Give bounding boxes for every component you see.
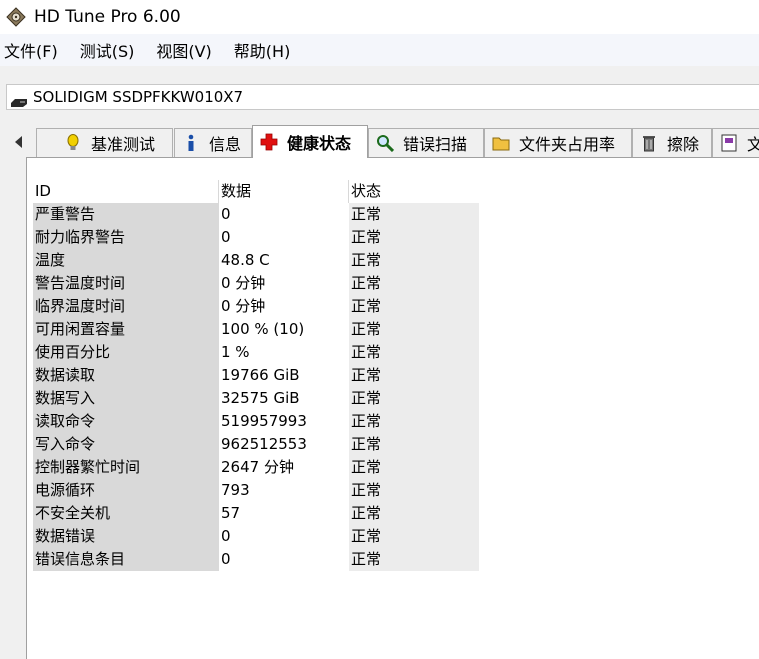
- attribute-data: 32575 GiB: [219, 387, 349, 410]
- table-row[interactable]: 数据错误 0 正常: [33, 525, 484, 548]
- column-header-status[interactable]: 状态: [349, 180, 479, 203]
- table-body: 严重警告 0 正常 耐力临界警告 0 正常 温度 48.8 C 正常 警告温度时…: [33, 203, 484, 571]
- attribute-id: 警告温度时间: [33, 272, 219, 295]
- attribute-id: 临界温度时间: [33, 295, 219, 318]
- attribute-id: 控制器繁忙时间: [33, 456, 219, 479]
- menu-help[interactable]: 帮助(H): [230, 38, 301, 62]
- attribute-data: 962512553: [219, 433, 349, 456]
- attribute-status: 正常: [349, 341, 479, 364]
- column-header-id[interactable]: ID: [33, 180, 219, 203]
- menu-view[interactable]: 视图(V): [152, 38, 221, 62]
- table-row[interactable]: 数据读取 19766 GiB 正常: [33, 364, 484, 387]
- attribute-data: 0 分钟: [219, 272, 349, 295]
- attribute-id: 写入命令: [33, 433, 219, 456]
- document-icon: [719, 133, 739, 153]
- info-icon: [181, 133, 201, 153]
- menu-bar: 文件(F) 测试(S) 视图(V) 帮助(H): [0, 34, 759, 66]
- attribute-data: 100 % (10): [219, 318, 349, 341]
- attribute-id: 不安全关机: [33, 502, 219, 525]
- folder-icon: [491, 133, 511, 153]
- attribute-data: 793: [219, 479, 349, 502]
- attribute-status: 正常: [349, 410, 479, 433]
- attribute-id: 电源循环: [33, 479, 219, 502]
- tab-strip: 基准测试 信息 健康状态 错误扫描 文件夹占用率 擦除 文: [0, 124, 759, 158]
- attribute-data: 1 %: [219, 341, 349, 364]
- drive-icon: [11, 93, 27, 107]
- table-header: ID 数据 状态: [33, 180, 484, 203]
- red-cross-icon: [259, 132, 279, 152]
- attribute-id: 温度: [33, 249, 219, 272]
- table-row[interactable]: 电源循环 793 正常: [33, 479, 484, 502]
- tab-file[interactable]: 文: [712, 128, 759, 157]
- attribute-status: 正常: [349, 433, 479, 456]
- magnifier-icon: [375, 133, 395, 153]
- tab-folder-usage[interactable]: 文件夹占用率: [484, 128, 632, 157]
- attribute-status: 正常: [349, 387, 479, 410]
- hdtune-app-icon: [6, 7, 26, 27]
- attribute-id: 数据读取: [33, 364, 219, 387]
- window-title: HD Tune Pro 6.00: [34, 7, 181, 27]
- attribute-data: 0: [219, 203, 349, 226]
- menu-file[interactable]: 文件(F): [0, 38, 68, 62]
- attribute-id: 数据写入: [33, 387, 219, 410]
- health-table: ID 数据 状态 严重警告 0 正常 耐力临界警告 0 正常 温度 48.8 C…: [33, 180, 484, 571]
- table-row[interactable]: 不安全关机 57 正常: [33, 502, 484, 525]
- health-panel: ID 数据 状态 严重警告 0 正常 耐力临界警告 0 正常 温度 48.8 C…: [26, 157, 759, 659]
- attribute-data: 57: [219, 502, 349, 525]
- attribute-status: 正常: [349, 203, 479, 226]
- attribute-id: 严重警告: [33, 203, 219, 226]
- table-row[interactable]: 读取命令 519957993 正常: [33, 410, 484, 433]
- lightbulb-icon: [63, 133, 83, 153]
- attribute-id: 可用闲置容量: [33, 318, 219, 341]
- tab-erase[interactable]: 擦除: [632, 128, 712, 157]
- attribute-data: 0: [219, 226, 349, 249]
- attribute-data: 2647 分钟: [219, 456, 349, 479]
- tab-scroll-left-button[interactable]: [8, 128, 30, 156]
- table-row[interactable]: 使用百分比 1 % 正常: [33, 341, 484, 364]
- attribute-id: 数据错误: [33, 525, 219, 548]
- tab-info[interactable]: 信息: [174, 128, 252, 157]
- attribute-status: 正常: [349, 249, 479, 272]
- attribute-status: 正常: [349, 456, 479, 479]
- attribute-status: 正常: [349, 525, 479, 548]
- table-row[interactable]: 可用闲置容量 100 % (10) 正常: [33, 318, 484, 341]
- table-row[interactable]: 数据写入 32575 GiB 正常: [33, 387, 484, 410]
- column-header-data[interactable]: 数据: [219, 180, 349, 203]
- attribute-status: 正常: [349, 226, 479, 249]
- table-row[interactable]: 写入命令 962512553 正常: [33, 433, 484, 456]
- table-row[interactable]: 警告温度时间 0 分钟 正常: [33, 272, 484, 295]
- attribute-data: 0: [219, 548, 349, 571]
- table-row[interactable]: 严重警告 0 正常: [33, 203, 484, 226]
- trash-icon: [639, 133, 659, 153]
- attribute-data: 0 分钟: [219, 295, 349, 318]
- attribute-id: 耐力临界警告: [33, 226, 219, 249]
- attribute-status: 正常: [349, 502, 479, 525]
- attribute-data: 0: [219, 525, 349, 548]
- attribute-status: 正常: [349, 272, 479, 295]
- attribute-data: 19766 GiB: [219, 364, 349, 387]
- table-row[interactable]: 控制器繁忙时间 2647 分钟 正常: [33, 456, 484, 479]
- table-row[interactable]: 错误信息条目 0 正常: [33, 548, 484, 571]
- tab-benchmark[interactable]: 基准测试: [36, 128, 173, 157]
- drive-name: SOLIDIGM SSDPFKKW010X7: [33, 88, 244, 106]
- attribute-data: 48.8 C: [219, 249, 349, 272]
- attribute-id: 错误信息条目: [33, 548, 219, 571]
- attribute-data: 519957993: [219, 410, 349, 433]
- attribute-id: 读取命令: [33, 410, 219, 433]
- tab-error-scan[interactable]: 错误扫描: [368, 128, 484, 157]
- title-bar: HD Tune Pro 6.00: [0, 0, 759, 34]
- attribute-status: 正常: [349, 364, 479, 387]
- table-row[interactable]: 温度 48.8 C 正常: [33, 249, 484, 272]
- attribute-status: 正常: [349, 318, 479, 341]
- attribute-status: 正常: [349, 548, 479, 571]
- attribute-status: 正常: [349, 479, 479, 502]
- menu-test[interactable]: 测试(S): [76, 38, 145, 62]
- table-row[interactable]: 临界温度时间 0 分钟 正常: [33, 295, 484, 318]
- tab-health[interactable]: 健康状态: [252, 125, 368, 158]
- drive-selector[interactable]: SOLIDIGM SSDPFKKW010X7: [6, 84, 759, 110]
- attribute-status: 正常: [349, 295, 479, 318]
- attribute-id: 使用百分比: [33, 341, 219, 364]
- chevron-left-icon: [15, 136, 22, 148]
- table-row[interactable]: 耐力临界警告 0 正常: [33, 226, 484, 249]
